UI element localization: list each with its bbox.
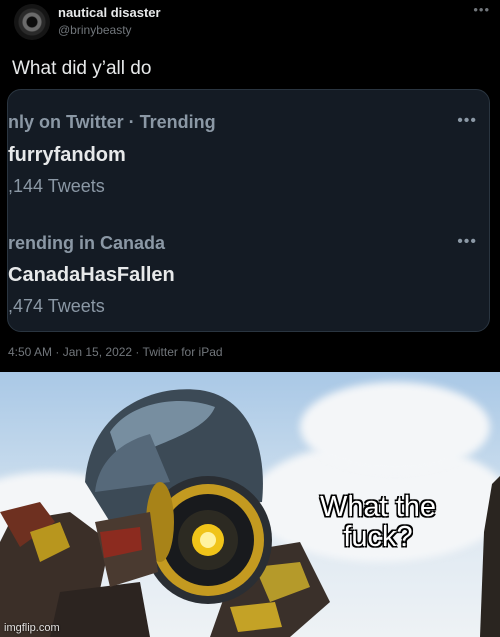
- handle[interactable]: @brinybeasty: [58, 23, 132, 37]
- trend-context: rending in Canada: [8, 233, 166, 253]
- tweet-text: What did y’all do: [12, 58, 152, 79]
- avatar[interactable]: [14, 4, 50, 40]
- meme-image: What the fuck? imgflip.com: [0, 372, 500, 637]
- trend-name: CanadaHasFallen: [8, 264, 175, 286]
- ellipsis-icon: •••: [457, 112, 477, 129]
- tweet: nautical disaster @brinybeasty ••• What …: [0, 0, 500, 372]
- trend-count: ,474 Tweets: [8, 296, 105, 316]
- display-name[interactable]: nautical disaster: [58, 5, 161, 20]
- trends-screenshot-card: nly on Twitter · Trending ••• furryfando…: [7, 89, 490, 332]
- ellipsis-icon[interactable]: •••: [473, 2, 490, 17]
- ellipsis-icon: •••: [457, 233, 477, 250]
- meme-caption: What the fuck?: [319, 491, 437, 553]
- watermark: imgflip.com: [4, 622, 60, 634]
- trend-count: ,144 Tweets: [8, 176, 105, 196]
- tweet-timestamp[interactable]: 4:50 AM · Jan 15, 2022 · Twitter for iPa…: [8, 345, 223, 359]
- trend-name: furryfandom: [8, 144, 126, 166]
- trend-context: nly on Twitter · Trending: [8, 112, 216, 132]
